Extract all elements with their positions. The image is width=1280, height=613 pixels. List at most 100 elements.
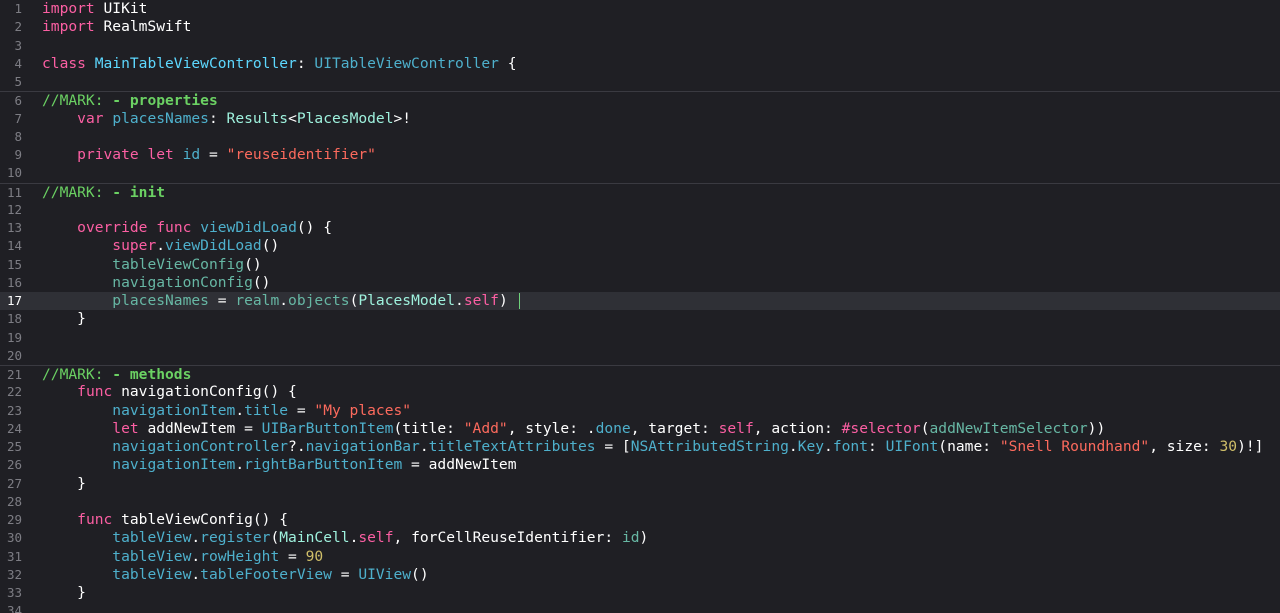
- code-token: MainTableViewController: [94, 54, 297, 72]
- code-line[interactable]: 1 import UIKit: [0, 0, 1280, 18]
- code-line[interactable]: 26 navigationItem.rightBarButtonItem = a…: [0, 456, 1280, 474]
- code-token: 30: [1219, 438, 1238, 455]
- code-text: //MARK: - init: [42, 184, 165, 202]
- code-line[interactable]: 8: [0, 128, 1280, 146]
- code-line[interactable]: 33 }: [0, 584, 1280, 602]
- code-token: >!: [393, 109, 412, 127]
- code-line[interactable]: 3: [0, 37, 1280, 55]
- code-token: :: [296, 54, 315, 72]
- code-token: (): [411, 565, 429, 583]
- code-line[interactable]: 20: [0, 347, 1280, 365]
- code-token: UIFont: [885, 438, 939, 455]
- code-token: addNewItem =: [138, 419, 262, 437]
- code-line[interactable]: 27 }: [0, 475, 1280, 493]
- code-line[interactable]: 34: [0, 602, 1280, 613]
- line-number: 28: [6, 493, 22, 509]
- code-token: .: [235, 401, 245, 419]
- code-line[interactable]: 17 placesNames = realm.objects(PlacesMod…: [0, 292, 1280, 311]
- code-token: tableFooterView: [200, 565, 332, 583]
- code-line[interactable]: 16 navigationConfig(): [0, 274, 1280, 292]
- code-text: private let id = "reuseidentifier": [42, 146, 376, 164]
- code-token: :: [868, 438, 886, 455]
- code-token: UIBarButtonItem: [261, 419, 394, 437]
- line-number: 4: [14, 55, 22, 71]
- code-token: tableView: [112, 547, 192, 565]
- code-token: )!]: [1237, 438, 1264, 455]
- line-number: 19: [6, 329, 22, 345]
- code-line[interactable]: 14 super.viewDidLoad(): [0, 237, 1280, 255]
- code-token: }: [42, 584, 86, 601]
- code-text: navigationController?.navigationBar.titl…: [42, 438, 1263, 456]
- code-text: }: [42, 310, 86, 328]
- code-token: RealmSwift: [94, 18, 192, 36]
- code-line[interactable]: 11 //MARK: - init: [0, 182, 1280, 202]
- code-token: "My places": [314, 401, 412, 419]
- code-token: =: [331, 565, 359, 583]
- code-token: font: [832, 438, 868, 455]
- code-token: (: [270, 529, 280, 547]
- code-line[interactable]: 9 private let id = "reuseidentifier": [0, 146, 1280, 164]
- code-line[interactable]: 7 var placesNames: Results<PlacesModel>!: [0, 110, 1280, 128]
- code-line[interactable]: 25 navigationController?.navigationBar.t…: [0, 438, 1280, 456]
- line-number: 15: [6, 256, 22, 272]
- code-line[interactable]: 18 }: [0, 310, 1280, 328]
- code-token: placesNames: [112, 109, 209, 127]
- code-token: MainCell: [279, 529, 350, 547]
- line-number: 1: [14, 1, 22, 16]
- code-token: //MARK:: [42, 92, 113, 110]
- code-token: 90: [305, 547, 324, 565]
- line-number: 13: [6, 220, 22, 235]
- code-token: realm: [235, 292, 280, 309]
- code-token: func: [156, 219, 192, 236]
- code-line[interactable]: 31 tableView.rowHeight = 90: [0, 548, 1280, 566]
- code-text: }: [42, 584, 86, 602]
- code-line[interactable]: 30 tableView.register(MainCell.self, for…: [0, 529, 1280, 547]
- code-token: UIView: [358, 565, 412, 583]
- code-token: = [: [595, 438, 631, 455]
- code-text: tableView.tableFooterView = UIView(): [42, 565, 429, 584]
- code-line[interactable]: 15 tableViewConfig(): [0, 256, 1280, 274]
- code-token: let: [112, 419, 139, 437]
- line-number: 20: [6, 347, 22, 363]
- code-text: func navigationConfig() {: [42, 383, 297, 401]
- code-text: super.viewDidLoad(): [42, 237, 279, 255]
- code-line[interactable]: 32 tableView.tableFooterView = UIView(): [0, 566, 1280, 584]
- code-line[interactable]: 5: [0, 73, 1280, 91]
- line-number: 14: [6, 238, 22, 254]
- code-line[interactable]: 10: [0, 164, 1280, 182]
- code-line[interactable]: 12: [0, 201, 1280, 219]
- code-token: super: [112, 237, 157, 255]
- code-token: =: [288, 401, 315, 419]
- code-line[interactable]: 21 //MARK: - methods: [0, 365, 1280, 383]
- code-token: self: [463, 292, 499, 309]
- code-line[interactable]: 2 import RealmSwift: [0, 18, 1280, 36]
- line-number: 5: [14, 74, 22, 89]
- line-number: 31: [6, 548, 22, 564]
- code-line[interactable]: 22 func navigationConfig() {: [0, 383, 1280, 401]
- code-line[interactable]: 28: [0, 493, 1280, 511]
- code-token: .: [235, 456, 245, 474]
- code-line[interactable]: 4 class MainTableViewController: UITableV…: [0, 55, 1280, 73]
- line-number: 11: [6, 184, 22, 200]
- code-line[interactable]: 19: [0, 329, 1280, 347]
- code-line[interactable]: 29 func tableViewConfig() {: [0, 511, 1280, 529]
- code-token: done: [595, 419, 631, 437]
- code-token: (name:: [938, 438, 1000, 455]
- code-token: func: [77, 511, 113, 528]
- code-text: override func viewDidLoad() {: [42, 219, 332, 237]
- code-token: import: [42, 0, 95, 17]
- code-line[interactable]: 6 //MARK: - properties: [0, 91, 1280, 109]
- code-editor[interactable]: 1 import UIKit 2 import RealmSwift 3 4 class M…: [0, 0, 1280, 613]
- code-token: self: [718, 419, 754, 437]
- code-line[interactable]: 13 override func viewDidLoad() {: [0, 219, 1280, 237]
- code-token: Key: [797, 438, 825, 455]
- code-line[interactable]: 24 let addNewItem = UIBarButtonItem(titl…: [0, 420, 1280, 438]
- code-line[interactable]: 23 navigationItem.title = "My places": [0, 402, 1280, 420]
- code-token: import: [42, 18, 95, 36]
